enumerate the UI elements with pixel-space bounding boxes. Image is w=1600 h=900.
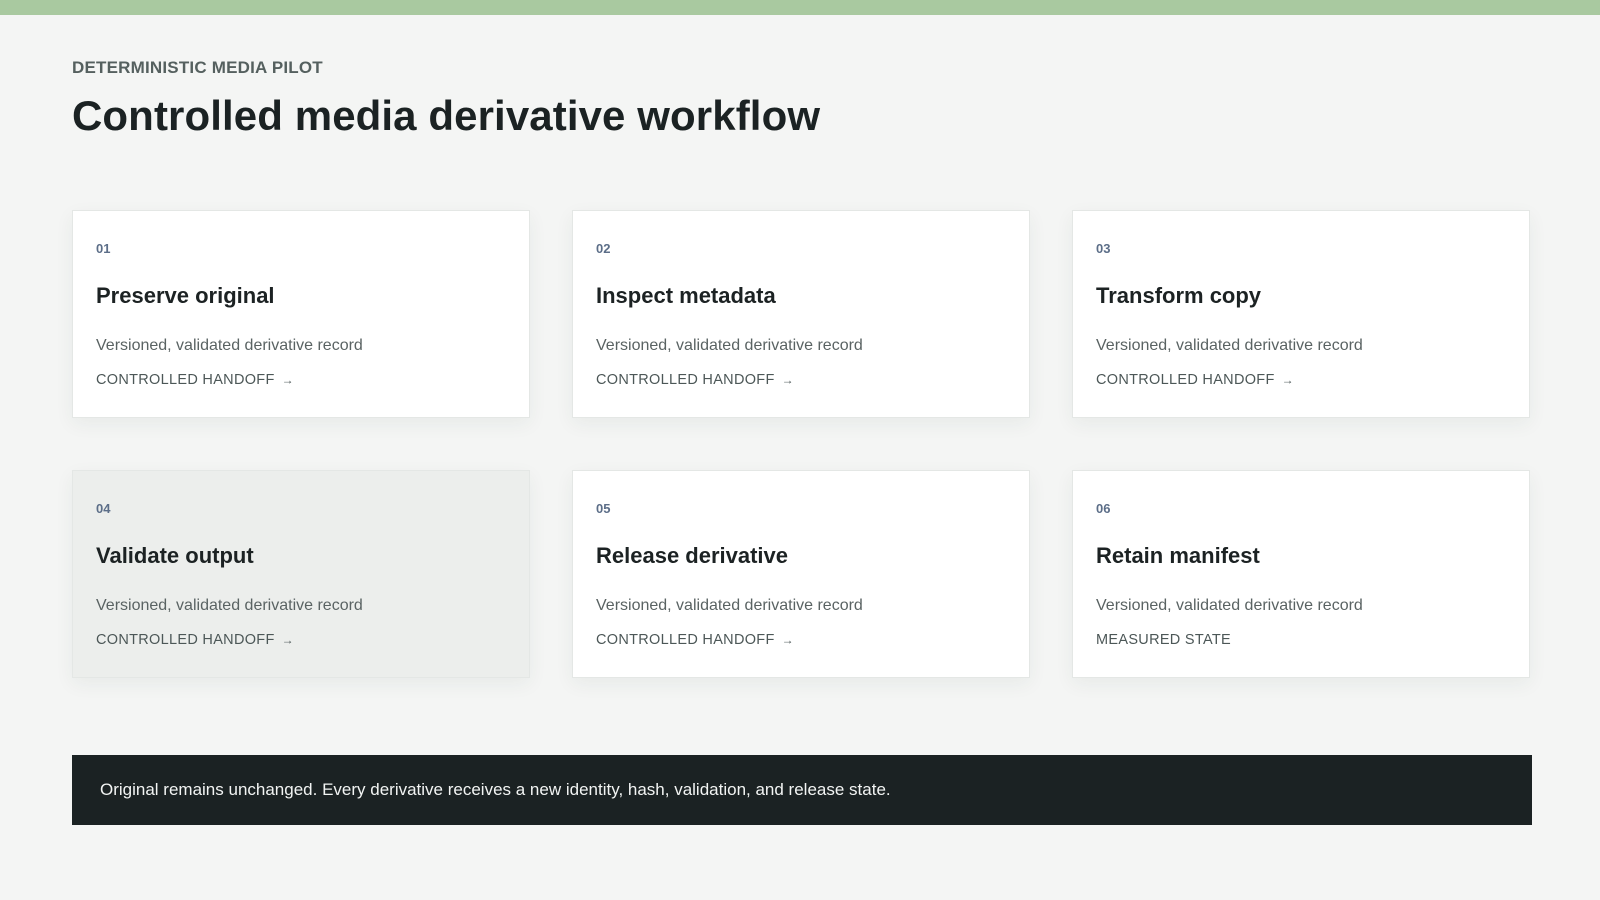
page-title: Controlled media derivative workflow bbox=[72, 92, 821, 139]
step-card-validate-output: 04 Validate output Versioned, validated … bbox=[72, 470, 530, 678]
controlled-handoff-link[interactable]: CONTROLLED HANDOFF → bbox=[596, 372, 794, 388]
step-title: Inspect metadata bbox=[596, 283, 776, 308]
step-card-transform-copy: 03 Transform copy Versioned, validated d… bbox=[1072, 210, 1530, 418]
state-label: MEASURED STATE bbox=[1096, 632, 1231, 648]
step-title: Retain manifest bbox=[1096, 543, 1260, 568]
step-number: 06 bbox=[1096, 501, 1111, 516]
controlled-handoff-link[interactable]: CONTROLLED HANDOFF → bbox=[1096, 372, 1294, 388]
handoff-label: CONTROLLED HANDOFF bbox=[1096, 372, 1275, 388]
step-description: Versioned, validated derivative record bbox=[596, 337, 863, 354]
handoff-label: CONTROLLED HANDOFF bbox=[596, 632, 775, 648]
step-card-retain-manifest: 06 Retain manifest Versioned, validated … bbox=[1072, 470, 1530, 678]
arrow-right-icon: → bbox=[781, 373, 794, 387]
arrow-right-icon: → bbox=[1281, 373, 1294, 387]
workflow-steps-grid: 01 Preserve original Versioned, validate… bbox=[72, 210, 1532, 678]
step-number: 01 bbox=[96, 241, 111, 256]
footer-note-banner: Original remains unchanged. Every deriva… bbox=[72, 755, 1532, 825]
handoff-label: CONTROLLED HANDOFF bbox=[96, 632, 275, 648]
step-card-preserve-original: 01 Preserve original Versioned, validate… bbox=[72, 210, 530, 418]
arrow-right-icon: → bbox=[781, 633, 794, 647]
step-number: 05 bbox=[596, 501, 611, 516]
measured-state-label: MEASURED STATE bbox=[1096, 632, 1231, 648]
footer-note-text: Original remains unchanged. Every deriva… bbox=[100, 780, 891, 799]
controlled-handoff-link[interactable]: CONTROLLED HANDOFF → bbox=[596, 632, 794, 648]
step-description: Versioned, validated derivative record bbox=[1096, 597, 1363, 614]
step-description: Versioned, validated derivative record bbox=[96, 337, 363, 354]
step-title: Validate output bbox=[96, 543, 254, 568]
controlled-handoff-link[interactable]: CONTROLLED HANDOFF → bbox=[96, 632, 294, 648]
step-card-release-derivative: 05 Release derivative Versioned, validat… bbox=[572, 470, 1030, 678]
step-description: Versioned, validated derivative record bbox=[1096, 337, 1363, 354]
step-description: Versioned, validated derivative record bbox=[596, 597, 863, 614]
step-title: Preserve original bbox=[96, 283, 275, 308]
step-card-inspect-metadata: 02 Inspect metadata Versioned, validated… bbox=[572, 210, 1030, 418]
handoff-label: CONTROLLED HANDOFF bbox=[596, 372, 775, 388]
step-description: Versioned, validated derivative record bbox=[96, 597, 363, 614]
step-title: Release derivative bbox=[596, 543, 789, 568]
step-number: 04 bbox=[96, 501, 111, 516]
arrow-right-icon: → bbox=[281, 633, 294, 647]
accent-top-bar bbox=[0, 0, 1600, 15]
step-number: 02 bbox=[596, 241, 611, 256]
arrow-right-icon: → bbox=[281, 373, 294, 387]
step-title: Transform copy bbox=[1096, 283, 1262, 308]
handoff-label: CONTROLLED HANDOFF bbox=[96, 372, 275, 388]
controlled-handoff-link[interactable]: CONTROLLED HANDOFF → bbox=[96, 372, 294, 388]
step-number: 03 bbox=[1096, 241, 1111, 256]
page-eyebrow: DETERMINISTIC MEDIA PILOT bbox=[72, 58, 323, 77]
